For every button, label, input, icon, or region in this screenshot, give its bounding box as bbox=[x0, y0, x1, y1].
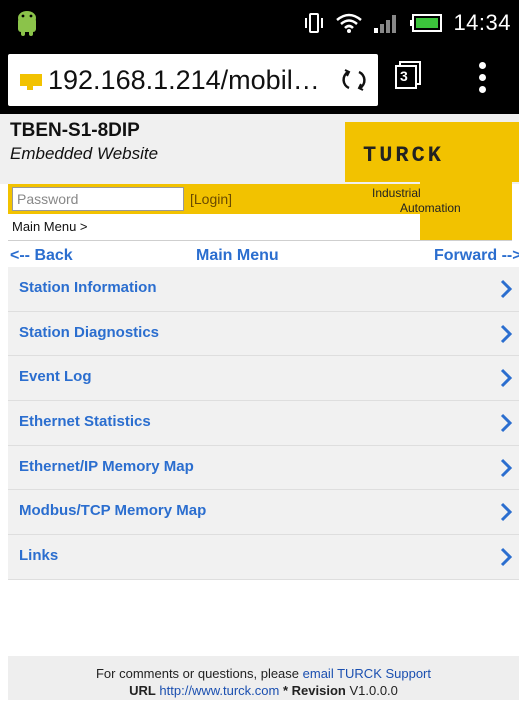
menu-item-label[interactable]: Station Diagnostics bbox=[19, 324, 159, 341]
browser-toolbar: 192.168.1.214/mobil… 3 bbox=[0, 46, 519, 114]
android-icon bbox=[18, 11, 36, 36]
login-link[interactable]: [Login] bbox=[190, 191, 232, 207]
overflow-menu-icon[interactable] bbox=[478, 62, 488, 98]
menu-item-station-information[interactable]: Station Information bbox=[8, 267, 519, 312]
favicon-icon bbox=[20, 74, 42, 90]
vibrate-icon bbox=[305, 13, 324, 33]
password-input[interactable] bbox=[12, 187, 184, 211]
footer: For comments or questions, please email … bbox=[8, 656, 519, 700]
menu-item-label[interactable]: Ethernet/IP Memory Map bbox=[19, 458, 194, 475]
chevron-right-icon[interactable] bbox=[499, 368, 513, 388]
device-subtitle: Embedded Website bbox=[10, 144, 159, 163]
menu-item-links[interactable]: Links bbox=[8, 535, 519, 580]
revision-label: Revision bbox=[291, 683, 346, 698]
reload-icon[interactable] bbox=[340, 66, 368, 94]
menu-item-modbus-tcp-memory-map[interactable]: Modbus/TCP Memory Map bbox=[8, 490, 519, 536]
tagline-industrial: Industrial bbox=[372, 186, 421, 200]
turck-logo: TURCK bbox=[363, 143, 445, 168]
footer-info-line: URL http://www.turck.com * Revision V1.0… bbox=[8, 683, 519, 698]
chevron-right-icon[interactable] bbox=[499, 547, 513, 567]
wifi-icon bbox=[336, 13, 363, 33]
url-label: URL bbox=[129, 683, 156, 698]
menu-item-label[interactable]: Links bbox=[19, 547, 58, 564]
tab-count: 3 bbox=[400, 68, 408, 84]
menu-item-label[interactable]: Modbus/TCP Memory Map bbox=[19, 502, 206, 519]
menu-item-label[interactable]: Station Information bbox=[19, 279, 157, 296]
status-time: 14:34 bbox=[453, 10, 511, 35]
url-text[interactable]: 192.168.1.214/mobil… bbox=[48, 65, 320, 96]
menu-item-ethernet-ip-memory-map[interactable]: Ethernet/IP Memory Map bbox=[8, 445, 519, 491]
chevron-right-icon[interactable] bbox=[499, 413, 513, 433]
status-bar: 14:34 bbox=[0, 0, 519, 46]
menu-item-event-log[interactable]: Event Log bbox=[8, 356, 519, 402]
divider bbox=[8, 240, 512, 241]
chevron-right-icon[interactable] bbox=[499, 502, 513, 522]
email-support-link[interactable]: email TURCK Support bbox=[303, 666, 431, 681]
device-name: TBEN-S1-8DIP bbox=[10, 120, 140, 141]
chevron-right-icon[interactable] bbox=[499, 458, 513, 478]
menu-item-label[interactable]: Ethernet Statistics bbox=[19, 413, 151, 430]
main-menu-list: Station Information Station Diagnostics … bbox=[8, 267, 519, 580]
revision-value: V1.0.0.0 bbox=[349, 683, 398, 698]
battery-icon bbox=[410, 14, 443, 32]
signal-icon bbox=[374, 15, 397, 33]
footer-separator: * bbox=[282, 683, 289, 698]
main-menu-title[interactable]: Main Menu bbox=[196, 247, 279, 265]
menu-item-station-diagnostics[interactable]: Station Diagnostics bbox=[8, 311, 519, 357]
footer-contact-line: For comments or questions, please email … bbox=[8, 666, 519, 681]
menu-item-label[interactable]: Event Log bbox=[19, 368, 92, 385]
menu-item-ethernet-statistics[interactable]: Ethernet Statistics bbox=[8, 401, 519, 446]
back-link[interactable]: <-- Back bbox=[10, 247, 73, 265]
turck-url-link[interactable]: http://www.turck.com bbox=[159, 683, 279, 698]
tabs-icon[interactable] bbox=[395, 61, 421, 89]
address-bar[interactable]: 192.168.1.214/mobil… bbox=[8, 54, 378, 106]
breadcrumb: Main Menu > bbox=[12, 219, 88, 234]
tagline-automation: Automation bbox=[400, 201, 461, 215]
chevron-right-icon[interactable] bbox=[499, 324, 513, 344]
chevron-right-icon[interactable] bbox=[499, 279, 513, 299]
footer-contact-text: For comments or questions, please bbox=[95, 666, 303, 681]
forward-link[interactable]: Forward --> bbox=[434, 247, 519, 265]
